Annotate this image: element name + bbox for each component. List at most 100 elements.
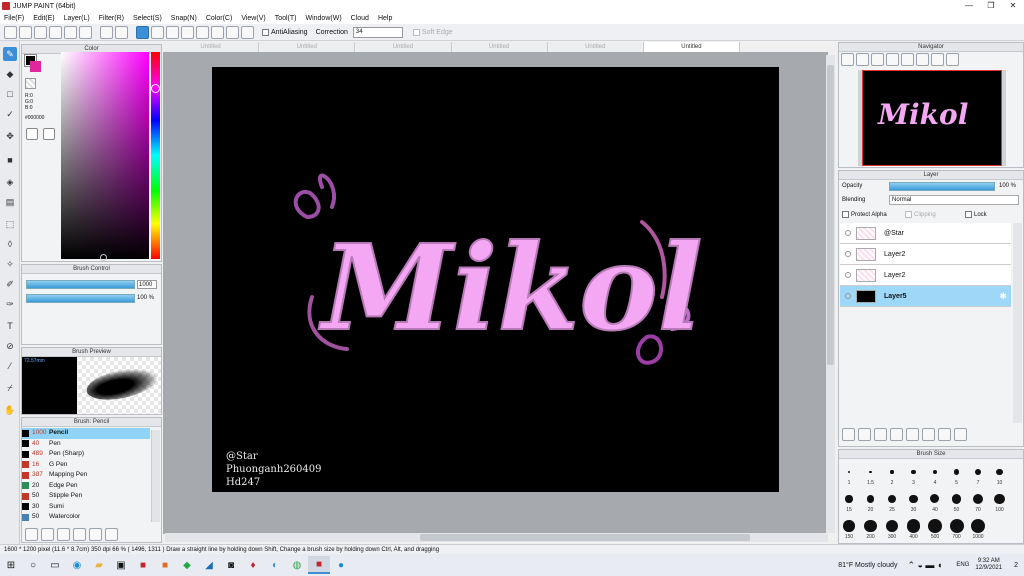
brush-size-slider[interactable] bbox=[26, 280, 135, 289]
visibility-icon[interactable] bbox=[845, 272, 851, 278]
brush-size-preset[interactable] bbox=[890, 470, 894, 474]
task-view-icon[interactable]: ▭ bbox=[44, 556, 66, 574]
search-icon[interactable]: ○ bbox=[22, 556, 44, 574]
brush-item[interactable]: 1000 Pencil bbox=[22, 428, 150, 439]
brush-size-preset[interactable] bbox=[930, 494, 940, 504]
brush-size-preset[interactable] bbox=[845, 495, 853, 503]
new-layer-1bit-icon[interactable] bbox=[874, 428, 887, 441]
brush-size-preset[interactable] bbox=[971, 519, 985, 533]
antialias-checkbox[interactable] bbox=[262, 28, 269, 36]
menu-file[interactable]: File(F) bbox=[4, 15, 24, 22]
new-layer-icon[interactable] bbox=[842, 428, 855, 441]
select-eraser-icon[interactable]: ◊ bbox=[3, 237, 17, 251]
brush-size-preset[interactable] bbox=[994, 493, 1005, 505]
rotate-right-icon[interactable] bbox=[916, 53, 929, 66]
canvas-vertical-scrollbar[interactable] bbox=[826, 55, 835, 533]
text-tool-icon[interactable]: T bbox=[3, 319, 17, 333]
chrome-icon[interactable]: ◍ bbox=[286, 556, 308, 574]
brush-size-preset[interactable] bbox=[866, 495, 875, 503]
rect-select-icon[interactable]: □ bbox=[3, 87, 17, 101]
zalo-icon[interactable]: ● bbox=[330, 556, 352, 574]
app-icon-6[interactable]: ◐ bbox=[264, 556, 286, 574]
menu-edit[interactable]: Edit(E) bbox=[33, 15, 54, 22]
brush-size-preset[interactable] bbox=[953, 469, 960, 475]
menu-snap[interactable]: Snap(N) bbox=[171, 15, 197, 22]
visibility-icon[interactable] bbox=[845, 230, 851, 236]
select-pen-icon[interactable]: ✐ bbox=[3, 277, 17, 291]
hue-cursor[interactable] bbox=[151, 84, 160, 93]
brush-size-preset[interactable] bbox=[951, 494, 962, 504]
brush-item[interactable]: 489 Pen (Sharp) bbox=[22, 449, 150, 460]
saturation-value-picker[interactable] bbox=[61, 52, 149, 259]
brush-size-preset[interactable] bbox=[909, 494, 918, 504]
weather-widget[interactable]: 81°F Mostly cloudy bbox=[838, 562, 897, 569]
store-icon[interactable]: ▣ bbox=[110, 556, 132, 574]
menu-select[interactable]: Select(S) bbox=[133, 15, 162, 22]
tab-untitled[interactable]: Untitled bbox=[451, 42, 548, 52]
move-tool-icon[interactable]: ✥ bbox=[3, 129, 17, 143]
layer-row[interactable]: Layer2 bbox=[840, 244, 1011, 265]
grid-icon[interactable] bbox=[64, 25, 77, 39]
brush-size-preset[interactable] bbox=[885, 519, 899, 533]
brush-size-value[interactable]: 1000 bbox=[137, 280, 157, 289]
correction-select[interactable]: 34 bbox=[352, 26, 403, 38]
edge-icon[interactable]: ◉ bbox=[66, 556, 88, 574]
brush-size-preset[interactable] bbox=[906, 519, 921, 533]
layer-row[interactable]: Layer2 bbox=[840, 265, 1011, 286]
save-file-icon[interactable] bbox=[34, 25, 47, 39]
layer-row[interactable]: @Star bbox=[840, 223, 1011, 244]
menu-tool[interactable]: Tool(T) bbox=[275, 15, 297, 22]
delete-layer-icon[interactable] bbox=[954, 428, 967, 441]
wand-icon[interactable]: ✧ bbox=[3, 257, 17, 271]
snap-vanish-icon[interactable] bbox=[181, 25, 194, 39]
hand-tool-icon[interactable]: ✋ bbox=[3, 403, 17, 417]
snap-cross-icon[interactable] bbox=[166, 25, 179, 39]
reset-icon[interactable] bbox=[946, 53, 959, 66]
eraser-tool-icon[interactable]: ◆ bbox=[3, 67, 17, 81]
maximize-button[interactable]: ❐ bbox=[980, 0, 1002, 12]
snap-radial-icon[interactable] bbox=[196, 25, 209, 39]
tab-untitled[interactable]: Untitled bbox=[547, 42, 644, 52]
menu-color[interactable]: Color(C) bbox=[206, 15, 232, 22]
color-wheel-icon[interactable] bbox=[26, 128, 38, 140]
brush-item[interactable]: 30 Sumi bbox=[22, 502, 150, 513]
layer-row-selected[interactable]: Layer5 ✱ bbox=[840, 286, 1011, 307]
fit-icon[interactable] bbox=[871, 53, 884, 66]
menu-window[interactable]: Window(W) bbox=[305, 15, 341, 22]
redo-icon[interactable] bbox=[115, 25, 128, 39]
explorer-icon[interactable]: ▰ bbox=[88, 556, 110, 574]
select-erase-icon[interactable]: ✑ bbox=[3, 297, 17, 311]
visibility-icon[interactable] bbox=[845, 251, 851, 257]
undo-icon[interactable] bbox=[100, 25, 113, 39]
brush-item[interactable]: 16 G Pen bbox=[22, 460, 150, 471]
new-file-icon[interactable] bbox=[4, 25, 17, 39]
brush-settings-icon[interactable] bbox=[25, 527, 38, 541]
brush-size-preset[interactable] bbox=[843, 520, 855, 532]
canvas-horizontal-scrollbar[interactable] bbox=[165, 533, 828, 542]
visibility-icon[interactable] bbox=[845, 293, 851, 299]
cloud-icon[interactable] bbox=[49, 25, 62, 39]
brush-duplicate-icon[interactable] bbox=[89, 527, 102, 541]
transparent-color-swatch[interactable] bbox=[25, 78, 36, 89]
artboard[interactable]: Mikol @Star Phuonganh260409 Hd247 bbox=[212, 67, 779, 492]
new-layer-8bit-icon[interactable] bbox=[858, 428, 871, 441]
app-icon-3[interactable]: ◆ bbox=[176, 556, 198, 574]
lock-toggle[interactable]: Lock bbox=[965, 211, 987, 218]
tab-untitled[interactable]: Untitled bbox=[355, 42, 452, 52]
layer-opacity-slider[interactable] bbox=[889, 182, 995, 191]
brush-size-preset[interactable] bbox=[869, 470, 872, 474]
brush-item[interactable]: 40 Pen bbox=[22, 439, 150, 450]
start-icon[interactable]: ⊞ bbox=[0, 556, 22, 574]
minimize-button[interactable]: — bbox=[958, 0, 980, 12]
clipping-toggle[interactable]: Clipping bbox=[905, 211, 936, 218]
tab-untitled[interactable]: Untitled bbox=[259, 42, 356, 52]
add-layer-menu-icon[interactable] bbox=[890, 428, 903, 441]
zoom-100-icon[interactable] bbox=[886, 53, 899, 66]
tab-untitled-active[interactable]: Untitled bbox=[643, 42, 741, 52]
brush-folder-icon[interactable] bbox=[73, 527, 86, 541]
brush-size-preset[interactable] bbox=[949, 519, 964, 533]
app-icon-4[interactable]: ◢ bbox=[198, 556, 220, 574]
snap-settings-icon[interactable] bbox=[241, 25, 254, 39]
menu-filter[interactable]: Filter(R) bbox=[99, 15, 124, 22]
open-file-icon[interactable] bbox=[19, 25, 32, 39]
